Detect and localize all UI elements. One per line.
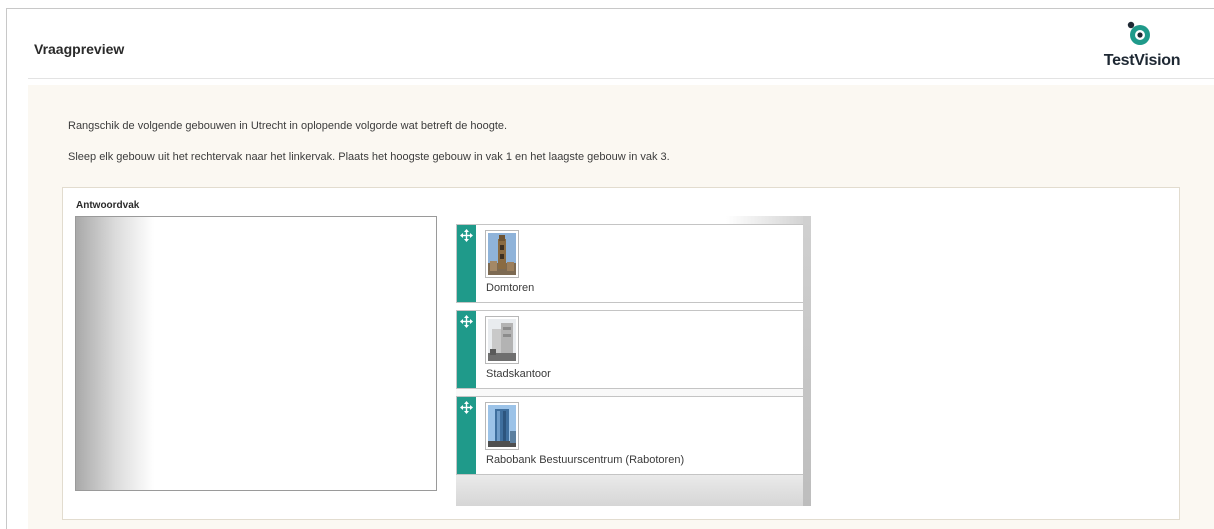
preview-window: Vraagpreview TestVision Rangschik de vol… [6, 8, 1214, 529]
domtoren-photo [485, 230, 519, 278]
page-title: Vraagpreview [34, 41, 125, 57]
answer-box-label: Antwoordvak [76, 200, 140, 211]
question-text: Rangschik de volgende gebouwen in Utrech… [68, 120, 508, 132]
header-divider [28, 78, 1214, 79]
move-arrows-icon [460, 401, 473, 414]
question-instruction: Sleep elk gebouw uit het rechtervak naar… [68, 151, 670, 163]
rabotoren-photo [485, 402, 519, 450]
testvision-logo-icon [1127, 21, 1150, 45]
ordering-interaction: Antwoordvak Domtoren Stadskantoor Raboba… [62, 187, 1180, 520]
item-label: Rabobank Bestuurscentrum (Rabotoren) [486, 454, 685, 466]
source-drop-zone[interactable]: Domtoren Stadskantoor Rabobank Bestuursc… [456, 216, 811, 506]
testvision-logo: TestVision [1092, 15, 1192, 75]
move-arrows-icon [460, 229, 473, 242]
item-label: Domtoren [486, 282, 535, 294]
drag-item-stadskantoor[interactable]: Stadskantoor [456, 310, 804, 389]
drag-handle[interactable] [457, 225, 476, 302]
drag-handle[interactable] [457, 311, 476, 388]
answer-drop-zone[interactable] [75, 216, 437, 491]
drag-handle[interactable] [457, 397, 476, 474]
brand-name: TestVision [1103, 52, 1181, 69]
drag-item-rabotoren[interactable]: Rabobank Bestuurscentrum (Rabotoren) [456, 396, 804, 475]
item-label: Stadskantoor [486, 368, 551, 380]
move-arrows-icon [460, 315, 473, 328]
drag-item-domtoren[interactable]: Domtoren [456, 224, 804, 303]
question-panel: Rangschik de volgende gebouwen in Utrech… [28, 85, 1214, 529]
stadskantoor-photo [485, 316, 519, 364]
